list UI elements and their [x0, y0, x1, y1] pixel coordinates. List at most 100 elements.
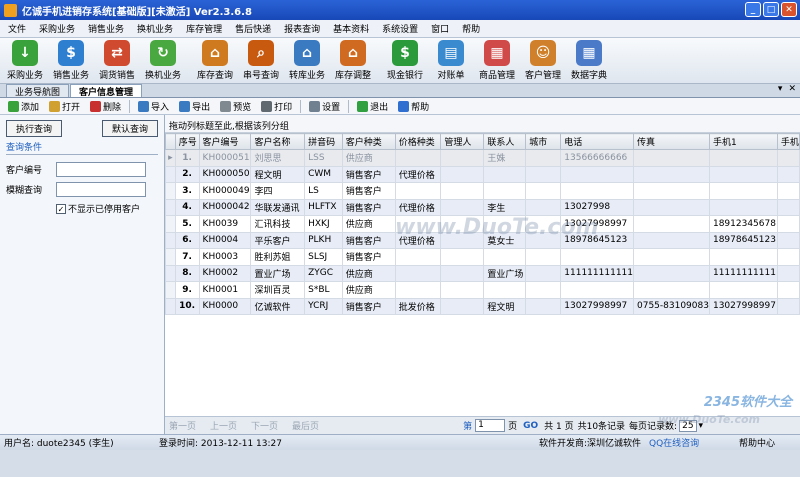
table-cell[interactable]: KH000051	[198, 149, 252, 167]
table-cell[interactable]: S*BL	[304, 281, 343, 299]
table-cell[interactable]: 2.	[174, 165, 200, 183]
fuzzy-query-input[interactable]	[56, 182, 146, 197]
toolbar-button[interactable]: ⌂ 转库业务	[286, 40, 328, 81]
menu-item[interactable]: 换机业务	[137, 22, 173, 35]
table-cell[interactable]: 李四	[250, 182, 306, 200]
table-cell[interactable]	[776, 231, 800, 249]
table-cell[interactable]: 供应商	[341, 264, 396, 282]
subtool-button[interactable]: 设置	[305, 99, 344, 114]
table-cell[interactable]: 供应商	[341, 281, 396, 299]
hide-disabled-checkbox[interactable]: ✓	[56, 203, 66, 214]
table-cell[interactable]: 8.	[174, 264, 200, 282]
first-page-link[interactable]: 第一页	[169, 419, 196, 432]
table-cell[interactable]: 深圳百灵	[250, 281, 306, 299]
table-cell[interactable]	[394, 182, 442, 200]
table-cell[interactable]: LS	[304, 182, 343, 200]
table-cell[interactable]	[394, 264, 442, 282]
table-cell[interactable]: 3.	[174, 182, 200, 200]
toolbar-button[interactable]: ⇄ 调货销售	[96, 40, 138, 81]
table-cell[interactable]: KH0004	[198, 231, 252, 249]
table-cell[interactable]	[440, 165, 485, 183]
toolbar-button[interactable]: ⌂ 库存查询	[194, 40, 236, 81]
table-cell[interactable]: 111111111111	[560, 264, 634, 282]
table-cell[interactable]: 13027998997	[560, 297, 634, 315]
table-cell[interactable]: KH0001	[198, 281, 252, 299]
table-cell[interactable]: 13566666666	[560, 149, 634, 167]
subtool-button[interactable]: 打印	[257, 99, 296, 114]
menu-item[interactable]: 报表查询	[284, 22, 320, 35]
close-button[interactable]: ✕	[781, 2, 797, 17]
table-cell[interactable]	[633, 149, 710, 167]
table-cell[interactable]	[483, 165, 527, 183]
column-header[interactable]: 手机1	[708, 133, 778, 150]
toolbar-button[interactable]: ☺ 客户管理	[522, 40, 564, 81]
column-header[interactable]: 传真	[633, 133, 710, 150]
toolbar-button[interactable]: ▤ 对账单	[430, 40, 472, 81]
table-cell[interactable]	[633, 248, 710, 266]
table-cell[interactable]	[708, 165, 778, 183]
maximize-button[interactable]: □	[763, 2, 779, 17]
table-cell[interactable]: 王姝	[483, 149, 527, 167]
column-header[interactable]: 手机	[776, 133, 800, 150]
subtool-button[interactable]: 导出	[175, 99, 214, 114]
table-cell[interactable]: KH0002	[198, 264, 252, 282]
table-cell[interactable]	[708, 281, 778, 299]
table-cell[interactable]	[776, 215, 800, 233]
table-cell[interactable]: 6.	[174, 231, 200, 249]
table-row[interactable]: 10. KH0000 亿诚软件 YCRJ 销售客户 批发价格 程文明 13027998997 0…	[165, 297, 800, 315]
table-cell[interactable]	[440, 198, 485, 216]
help-center-link[interactable]: 帮助中心	[739, 436, 775, 449]
table-cell[interactable]: 9.	[174, 281, 200, 299]
table-cell[interactable]: PLKH	[304, 231, 343, 249]
table-cell[interactable]: HXKJ	[304, 215, 343, 233]
table-cell[interactable]	[708, 149, 778, 167]
menu-item[interactable]: 帮助	[462, 22, 480, 35]
table-cell[interactable]: KH000042	[198, 198, 252, 216]
minimize-button[interactable]: _	[745, 2, 761, 17]
table-cell[interactable]	[525, 297, 562, 315]
table-cell[interactable]: 18912345678	[708, 215, 778, 233]
table-row[interactable]: 4. KH000042 华联发通讯 HLFTX 销售客户 代理价格 李生 13027998	[165, 198, 800, 216]
subtool-button[interactable]: 退出	[353, 99, 392, 114]
subtool-button[interactable]: 删除	[86, 99, 125, 114]
table-cell[interactable]: 亿诚软件	[250, 297, 306, 315]
menu-item[interactable]: 窗口	[431, 22, 449, 35]
table-cell[interactable]	[483, 248, 527, 266]
table-cell[interactable]	[776, 281, 800, 299]
table-cell[interactable]	[708, 182, 778, 200]
subtool-button[interactable]: 导入	[134, 99, 173, 114]
menu-item[interactable]: 基本资料	[333, 22, 369, 35]
table-row[interactable]: 9. KH0001 深圳百灵 S*BL 供应商	[165, 281, 800, 299]
table-cell[interactable]: 11111111111	[708, 264, 778, 282]
menu-item[interactable]: 采购业务	[39, 22, 75, 35]
subtool-button[interactable]: 预览	[216, 99, 255, 114]
table-cell[interactable]	[483, 281, 527, 299]
menu-item[interactable]: 销售业务	[88, 22, 124, 35]
table-cell[interactable]: 汇讯科技	[250, 215, 306, 233]
table-cell[interactable]: SLSJ	[304, 248, 343, 266]
table-cell[interactable]: 4.	[174, 198, 200, 216]
table-cell[interactable]	[776, 149, 800, 167]
subtool-button[interactable]: 打开	[45, 99, 84, 114]
table-cell[interactable]: 销售客户	[341, 198, 396, 216]
table-cell[interactable]	[394, 281, 442, 299]
subtool-button[interactable]: 帮助	[394, 99, 433, 114]
table-cell[interactable]	[633, 215, 710, 233]
table-cell[interactable]	[394, 248, 442, 266]
table-cell[interactable]: KH0003	[198, 248, 252, 266]
table-cell[interactable]: 代理价格	[394, 165, 442, 183]
subtool-button[interactable]: 添加	[4, 99, 43, 114]
toolbar-button[interactable]: $ 现金银行	[384, 40, 426, 81]
table-cell[interactable]: 1.	[174, 149, 200, 167]
toolbar-button[interactable]: ⌂ 库存调整	[332, 40, 374, 81]
table-row[interactable]: 7. KH0003 胜利苏姐 SLSJ 销售客户	[165, 248, 800, 266]
column-header[interactable]: 序号	[174, 133, 200, 150]
table-cell[interactable]	[776, 165, 800, 183]
table-cell[interactable]: KH000049	[198, 182, 252, 200]
table-cell[interactable]: LSS	[304, 149, 343, 167]
qq-consult-link[interactable]: QQ在线咨询	[649, 436, 739, 449]
tab-list-icon[interactable]: ▾	[778, 84, 783, 94]
column-header[interactable]: 价格种类	[394, 133, 442, 150]
table-cell[interactable]	[525, 165, 562, 183]
table-cell[interactable]	[776, 264, 800, 282]
